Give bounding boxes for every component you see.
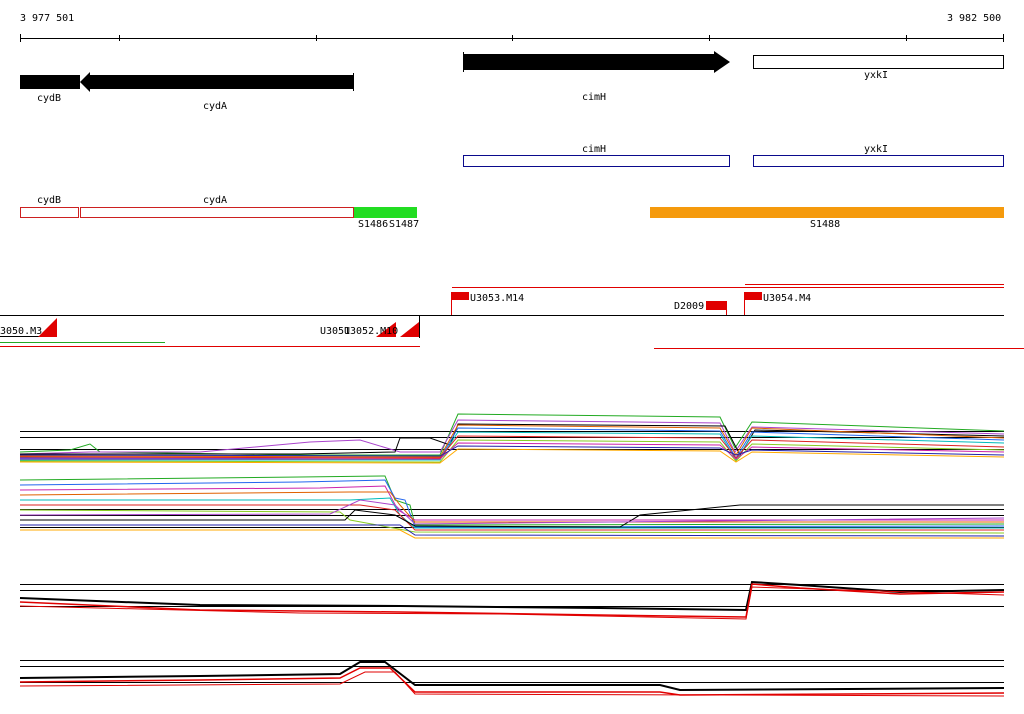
tu-label-u3052: U3052.M10 xyxy=(344,326,399,337)
gene-label-cydA: cydA xyxy=(203,101,228,112)
d2009-marker[interactable] xyxy=(706,301,726,310)
terminator-marker-u3052[interactable] xyxy=(400,322,419,337)
gene-yxkI-box[interactable] xyxy=(753,55,1004,69)
genome-browser-canvas xyxy=(0,34,1024,697)
gene-label-cydB-red: cydB xyxy=(37,195,62,206)
promoter-flag-u3053[interactable] xyxy=(451,292,470,315)
tu-label-u3053: U3053.M14 xyxy=(470,293,525,304)
tu-label-u3050: 3050.M3 xyxy=(0,326,43,337)
gene-label-cydB: cydB xyxy=(37,93,62,104)
expression-profile-group-3 xyxy=(19,580,1005,620)
gene-cimH-arrow[interactable] xyxy=(463,51,730,73)
gene-yxkI-outline-blue[interactable] xyxy=(753,155,1004,167)
gene-cydB-arrow[interactable] xyxy=(20,75,80,89)
gene-label-yxkI-blue: yxkI xyxy=(864,144,889,155)
expression-profile-group-4 xyxy=(19,660,1005,697)
expression-profile-group-1 xyxy=(19,413,1005,464)
gene-label-cimH-blue: cimH xyxy=(582,144,607,155)
gene-cydB-outline-red[interactable] xyxy=(20,207,79,218)
tu-label-u3054: U3054.M4 xyxy=(763,293,812,304)
segment-label-s1486: S1486 xyxy=(358,219,389,230)
coordinate-ruler xyxy=(20,34,1004,42)
tu-label-d2009: D2009 xyxy=(674,301,705,312)
segment-s1486-s1487-bar[interactable] xyxy=(354,207,417,218)
gene-label-cimH: cimH xyxy=(582,92,607,103)
gene-cimH-outline-blue[interactable] xyxy=(463,155,730,167)
segment-label-s1488: S1488 xyxy=(810,219,841,230)
segment-label-s1487: S1487 xyxy=(389,219,420,230)
segment-s1488-bar[interactable] xyxy=(650,207,1004,218)
gene-label-cydA-red: cydA xyxy=(203,195,228,206)
gene-cydA-outline-red[interactable] xyxy=(80,207,354,218)
gene-cydA-arrow[interactable] xyxy=(80,72,354,92)
gene-label-yxkI: yxkI xyxy=(864,70,889,81)
promoter-flag-u3054[interactable] xyxy=(744,292,763,315)
expression-profile-group-2 xyxy=(19,475,1005,539)
